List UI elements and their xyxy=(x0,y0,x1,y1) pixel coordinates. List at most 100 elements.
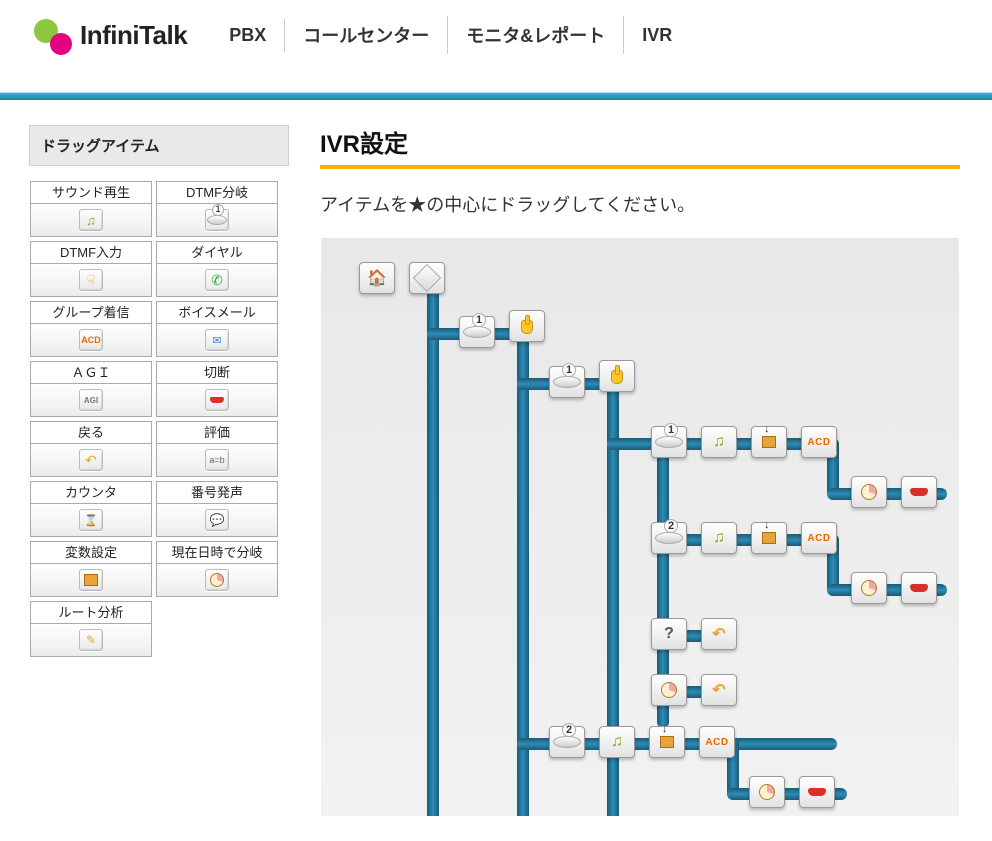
hangup-icon xyxy=(205,389,229,411)
hand-icon xyxy=(518,317,536,335)
palette-back[interactable]: ↶ xyxy=(30,443,152,477)
flow-node-set-variable[interactable] xyxy=(751,522,787,554)
palette-agi[interactable]: AGI xyxy=(30,383,152,417)
counter-icon: ⌛ xyxy=(79,509,103,531)
ivr-flow-canvas[interactable]: 🏠 1 1 1 ♫ ACD 2 ♫ ACD ? ↶ xyxy=(320,237,960,817)
flow-node-timer[interactable] xyxy=(851,572,887,604)
clock-icon xyxy=(759,784,775,800)
hand-icon xyxy=(608,367,626,385)
mail-icon: ✉ xyxy=(205,329,229,351)
palette-label: 切断 xyxy=(156,361,278,383)
page-title: IVR設定 xyxy=(320,124,964,159)
palette-label: グループ着信 xyxy=(30,301,152,323)
drag-item-panel-title: ドラッグアイテム xyxy=(28,124,290,167)
flow-node-dtmf-input[interactable] xyxy=(509,310,545,342)
flow-node-timer[interactable] xyxy=(651,674,687,706)
flow-node-acd[interactable]: ACD xyxy=(801,426,837,458)
palette-label: 戻る xyxy=(30,421,152,443)
clock-icon xyxy=(861,484,877,500)
flow-node-branch-2[interactable]: 2 xyxy=(651,522,687,554)
flow-node-back[interactable]: ↶ xyxy=(701,618,737,650)
palette-label: カウンタ xyxy=(30,481,152,503)
diamond-icon xyxy=(413,264,441,292)
palette-label: ルート分析 xyxy=(30,601,152,623)
clock-icon xyxy=(205,569,229,591)
flow-node-timer[interactable] xyxy=(749,776,785,808)
brand-name: InfiniTalk xyxy=(80,20,187,51)
flow-node-branch-2[interactable]: 2 xyxy=(549,726,585,758)
hangup-icon xyxy=(910,584,928,592)
drag-item-palette: サウンド再生♫ DTMF分岐 DTMF入力 ダイヤル✆ グループ着信ACD ボイ… xyxy=(28,181,290,661)
nav-ivr[interactable]: IVR xyxy=(624,19,690,52)
dial-icon: ✆ xyxy=(205,269,229,291)
home-icon: 🏠 xyxy=(367,268,387,288)
hangup-icon xyxy=(808,788,826,796)
variable-box-icon xyxy=(660,736,674,748)
input-hand-icon xyxy=(79,269,103,291)
palette-dial[interactable]: ✆ xyxy=(156,263,278,297)
flow-node-back[interactable]: ↶ xyxy=(701,674,737,706)
flow-node-dtmf-input[interactable] xyxy=(599,360,635,392)
flow-node-play-sound[interactable]: ♫ xyxy=(701,522,737,554)
flow-node-set-variable[interactable] xyxy=(649,726,685,758)
palette-label: サウンド再生 xyxy=(30,181,152,203)
flow-node-hangup[interactable] xyxy=(799,776,835,808)
flow-node-play-sound[interactable]: ♫ xyxy=(599,726,635,758)
music-icon: ♫ xyxy=(713,433,725,451)
nav-pbx[interactable]: PBX xyxy=(211,19,285,52)
flow-node-play-sound[interactable]: ♫ xyxy=(701,426,737,458)
nav-monitor-report[interactable]: モニタ&レポート xyxy=(448,16,624,54)
flow-node-branch-1[interactable]: 1 xyxy=(549,366,585,398)
palette-counter[interactable]: ⌛ xyxy=(30,503,152,537)
palette-label: DTMF入力 xyxy=(30,241,152,263)
music-icon: ♫ xyxy=(79,209,103,231)
palette-datetime-branch[interactable] xyxy=(156,563,278,597)
variable-box-icon xyxy=(762,532,776,544)
agi-icon: AGI xyxy=(79,389,103,411)
acd-icon: ACD xyxy=(79,329,103,351)
variable-box-icon xyxy=(762,436,776,448)
flow-node-branch-other[interactable]: ? xyxy=(651,618,687,650)
hangup-icon xyxy=(910,488,928,496)
palette-label: 現在日時で分岐 xyxy=(156,541,278,563)
flow-node-hangup[interactable] xyxy=(901,476,937,508)
back-arrow-icon: ↶ xyxy=(79,449,103,471)
palette-hangup[interactable] xyxy=(156,383,278,417)
flow-pipe xyxy=(427,288,439,817)
nav-callcenter[interactable]: コールセンター xyxy=(285,16,448,54)
flow-node-timer[interactable] xyxy=(851,476,887,508)
back-arrow-icon: ↶ xyxy=(712,680,725,700)
route-icon: ✎ xyxy=(79,629,103,651)
palette-dtmf-input[interactable] xyxy=(30,263,152,297)
palette-voicemail[interactable]: ✉ xyxy=(156,323,278,357)
palette-sound-play[interactable]: ♫ xyxy=(30,203,152,237)
flow-node-branch-1[interactable]: 1 xyxy=(459,316,495,348)
drag-item-panel: ドラッグアイテム サウンド再生 ♫ DTMF分岐 DTMF入力 ダイヤル ✆ グルー… xyxy=(28,124,290,817)
palette-eval[interactable]: a=b xyxy=(156,443,278,477)
flow-node-hangup[interactable] xyxy=(901,572,937,604)
app-header: InfiniTalk PBX コールセンター モニタ&レポート IVR xyxy=(0,0,992,70)
palette-set-variable[interactable] xyxy=(30,563,152,597)
header-divider xyxy=(0,92,992,100)
variable-box-icon xyxy=(79,569,103,591)
back-arrow-icon: ↶ xyxy=(712,624,725,644)
music-icon: ♫ xyxy=(611,733,623,751)
palette-route-analyze[interactable]: ✎ xyxy=(30,623,152,657)
palette-label: 評価 xyxy=(156,421,278,443)
palette-label: DTMF分岐 xyxy=(156,181,278,203)
brand-logo: InfiniTalk xyxy=(28,15,187,55)
brand-logo-mark xyxy=(28,15,76,55)
instruction-text: アイテムを★の中心にドラッグしてください。 xyxy=(320,191,964,217)
palette-label: ダイヤル xyxy=(156,241,278,263)
flow-node-condition[interactable] xyxy=(409,262,445,294)
palette-group-ring[interactable]: ACD xyxy=(30,323,152,357)
flow-node-acd[interactable]: ACD xyxy=(801,522,837,554)
flow-node-set-variable[interactable] xyxy=(751,426,787,458)
palette-number-speak[interactable]: 💬 xyxy=(156,503,278,537)
flow-node-branch-1[interactable]: 1 xyxy=(651,426,687,458)
top-nav: PBX コールセンター モニタ&レポート IVR xyxy=(211,16,690,54)
clock-icon xyxy=(661,682,677,698)
flow-node-acd[interactable]: ACD xyxy=(699,726,735,758)
flow-node-root[interactable]: 🏠 xyxy=(359,262,395,294)
palette-dtmf-branch[interactable] xyxy=(156,203,278,237)
